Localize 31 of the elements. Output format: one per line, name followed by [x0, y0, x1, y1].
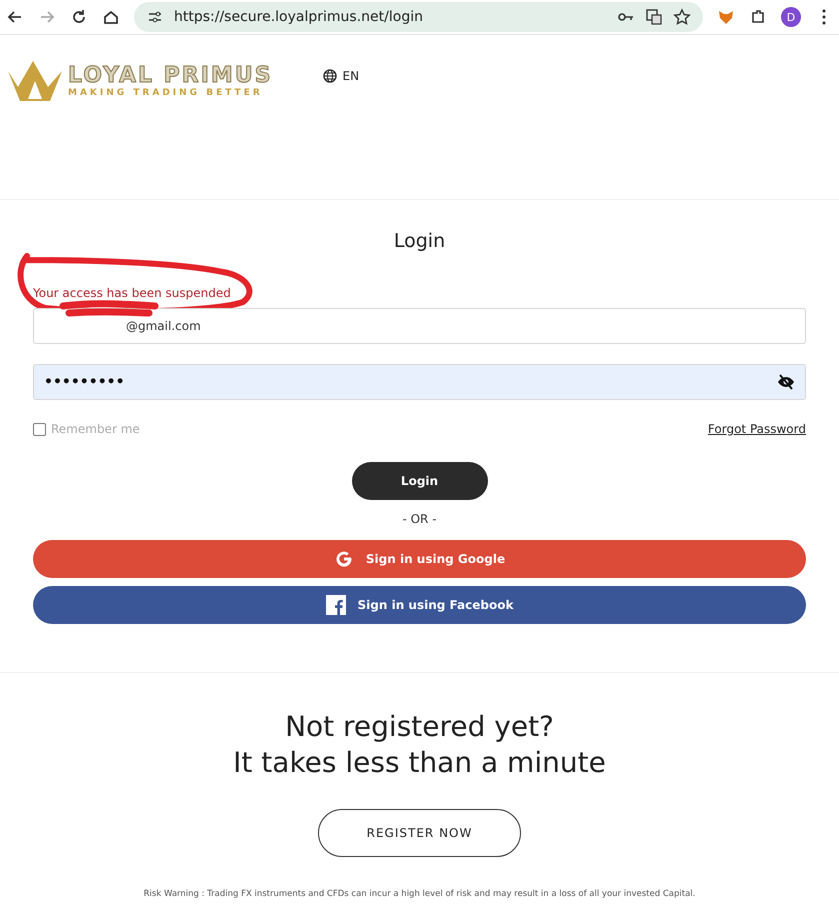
remember-label: Remember me	[51, 422, 140, 436]
fox-icon[interactable]	[717, 8, 735, 26]
language-selector[interactable]: EN	[342, 69, 360, 83]
logo-tagline: MAKING TRADING BETTER	[68, 88, 264, 98]
logo-title: LOYAL PRIMUS	[68, 64, 273, 88]
register-button[interactable]: REGISTER NOW	[318, 809, 521, 857]
star-icon[interactable]	[673, 8, 691, 26]
google-signin-button[interactable]: Sign in using Google	[33, 540, 806, 578]
globe-icon[interactable]	[322, 69, 337, 83]
risk-warning: Risk Warning : Trading FX instruments and CFDs can incur a high level of risk and may result in a loss of all your invested Capital.	[144, 889, 696, 899]
or-divider-text: - OR -	[402, 512, 437, 526]
crown-icon	[6, 59, 64, 103]
password-field[interactable]: •••••••••	[33, 364, 806, 400]
forgot-password-link[interactable]: Forgot Password	[708, 422, 806, 436]
register-subheading: It takes less than a minute	[233, 745, 606, 781]
reload-icon[interactable]	[70, 8, 88, 26]
puzzle-icon[interactable]	[749, 8, 767, 26]
register-heading: Not registered yet?	[285, 709, 554, 745]
eye-slash-icon[interactable]	[777, 373, 795, 391]
remember-checkbox[interactable]	[33, 422, 46, 436]
facebook-icon	[326, 595, 346, 615]
profile-avatar[interactable]: D	[781, 7, 801, 27]
address-bar[interactable]: https://secure.loyalprimus.net/login	[134, 2, 703, 32]
url-text: https://secure.loyalprimus.net/login	[174, 9, 424, 25]
home-icon[interactable]	[102, 8, 120, 26]
error-message: Your access has been suspended	[33, 286, 231, 300]
facebook-signin-button[interactable]: Sign in using Facebook	[33, 586, 806, 624]
login-button[interactable]: Login	[352, 462, 488, 500]
email-field[interactable]: @gmail.com	[33, 308, 806, 344]
google-icon	[334, 549, 354, 569]
login-title: Login	[392, 230, 446, 252]
